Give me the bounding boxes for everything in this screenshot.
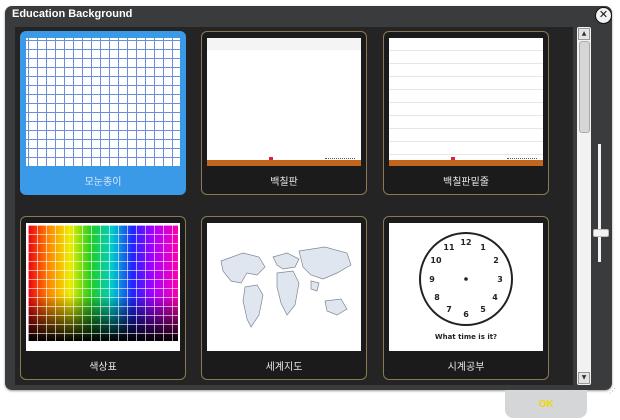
scroll-up-button[interactable]: ▲: [578, 28, 590, 40]
clock-number: 2: [493, 256, 499, 265]
size-slider-handle[interactable]: [593, 229, 609, 237]
clock-number: 7: [446, 305, 452, 314]
world-map-image: [220, 246, 352, 328]
dialog-title: Education Background: [12, 8, 133, 20]
scroll-down-button[interactable]: ▼: [578, 372, 590, 384]
background-tile-lined-whiteboard[interactable]: 백칠판밑줄: [383, 31, 549, 195]
clock-number: 11: [443, 243, 455, 252]
clock-caption: What time is it?: [435, 333, 497, 341]
clock-thumbnail: 12 1 2 3 4 5 6 7 8 9 10 11 What time is …: [389, 223, 543, 351]
tile-label: 모눈종이: [84, 177, 122, 188]
background-tile-color-chart[interactable]: 색상표: [20, 216, 186, 380]
tile-label: 백칠판밑줄: [443, 177, 489, 188]
scrollbar-thumb[interactable]: [579, 41, 590, 133]
clock-number: 12: [460, 238, 471, 247]
background-tile-whiteboard[interactable]: 백칠판: [201, 31, 367, 195]
clock-number: 10: [430, 256, 442, 265]
world-map-thumbnail: [207, 223, 361, 351]
clock-number: 5: [480, 305, 486, 314]
clock-number: 6: [463, 310, 469, 319]
tile-label: 세계지도: [265, 362, 303, 373]
close-icon[interactable]: ✕: [595, 7, 612, 24]
clock-number: 1: [480, 243, 486, 252]
tile-label: 색상표: [89, 362, 117, 373]
background-tile-grid-paper[interactable]: 모눈종이: [20, 31, 186, 195]
background-grid: 모눈종이 백칠판 백칠판밑줄 색상표 세계지도 12 1 2 3 4 5 6 7…: [15, 27, 573, 385]
tile-label: 시계공부: [447, 362, 485, 373]
education-background-dialog: Education Background ✕ 모눈종이 백칠판 백칠판밑줄 색상…: [5, 6, 616, 395]
grid-paper-thumbnail: [26, 38, 180, 166]
color-chart-thumbnail: [26, 223, 180, 351]
background-tile-clock[interactable]: 12 1 2 3 4 5 6 7 8 9 10 11 What time is …: [383, 216, 549, 380]
clock-number: 4: [492, 293, 498, 302]
tile-label: 백칠판: [270, 177, 298, 188]
clock-number: 3: [497, 275, 503, 284]
whiteboard-thumbnail: [207, 38, 361, 166]
ok-button[interactable]: OK: [505, 390, 587, 418]
clock-number: 9: [429, 275, 435, 284]
lined-whiteboard-thumbnail: [389, 38, 543, 166]
size-slider-track[interactable]: [598, 144, 601, 262]
resize-grip-icon[interactable]: ⋰: [609, 387, 616, 395]
clock-number: 8: [434, 293, 440, 302]
background-tile-world-map[interactable]: 세계지도: [201, 216, 367, 380]
vertical-scrollbar[interactable]: ▲ ▼: [577, 27, 591, 385]
clock-face: 12 1 2 3 4 5 6 7 8 9 10 11 What time is …: [419, 232, 513, 341]
